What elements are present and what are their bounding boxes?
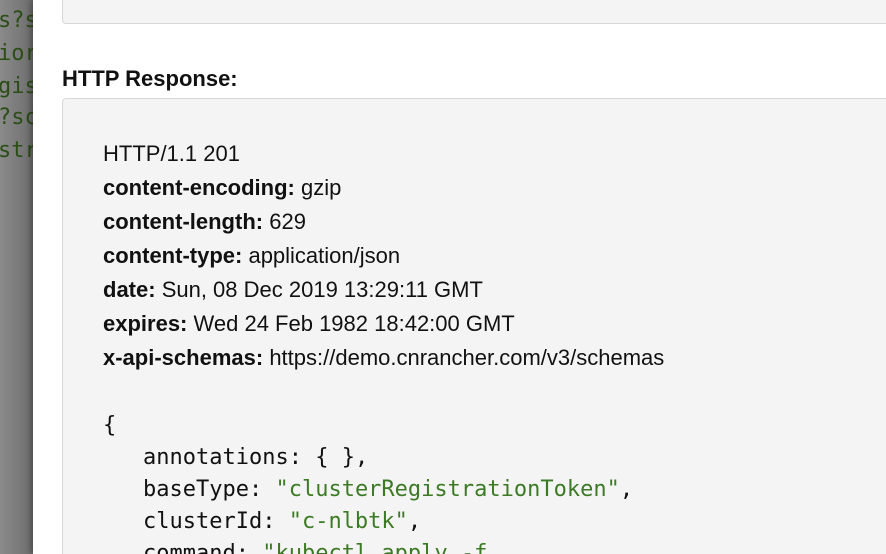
json-field: annotations: { }, — [103, 442, 633, 474]
response-header-row: content-type: application/json — [103, 242, 664, 276]
json-comma: , — [407, 509, 422, 534]
header-value: 629 — [269, 209, 306, 234]
header-name: content-type: — [103, 243, 243, 268]
json-key: clusterId: — [143, 509, 276, 534]
header-name: content-length: — [103, 209, 264, 234]
json-key: baseType: — [143, 477, 263, 502]
response-header-row: content-encoding: gzip — [103, 174, 664, 208]
header-value: application/json — [248, 243, 401, 268]
json-string-value: "c-nlbtk" — [288, 509, 408, 534]
background-page: s?s ior gis ?sc str — [0, 0, 33, 554]
json-value: { }, — [315, 445, 369, 470]
json-string-value: "clusterRegistrationToken" — [275, 477, 620, 502]
http-response-heading: HTTP Response: — [62, 66, 238, 91]
response-header-row: content-length: 629 — [103, 208, 664, 242]
header-name: expires: — [103, 311, 188, 336]
api-response-modal: HTTP Response: HTTP/1.1 201 content-enco… — [33, 0, 886, 554]
request-panel — [62, 0, 886, 24]
json-open-brace: { — [103, 413, 117, 438]
json-field: command: "kubectl apply -f — [103, 538, 633, 554]
background-code-line: str — [0, 138, 33, 163]
header-value: Wed 24 Feb 1982 18:42:00 GMT — [193, 311, 515, 336]
header-value: Sun, 08 Dec 2019 13:29:11 GMT — [161, 277, 483, 302]
header-name: x-api-schemas: — [103, 345, 264, 370]
background-code-line: ?sc — [0, 105, 33, 130]
header-name: date: — [103, 277, 156, 302]
background-code-line: ior — [0, 41, 33, 66]
response-headers: HTTP/1.1 201 content-encoding: gzip cont… — [103, 140, 664, 378]
json-string-value: "kubectl apply -f — [262, 541, 488, 554]
response-header-row: expires: Wed 24 Feb 1982 18:42:00 GMT — [103, 310, 664, 344]
header-value[interactable]: https://demo.cnrancher.com/v3/schemas — [269, 345, 664, 370]
json-field: clusterId: "c-nlbtk", — [103, 506, 633, 538]
json-key: annotations: — [143, 445, 302, 470]
background-code-line: gis — [0, 74, 33, 99]
json-comma: , — [619, 477, 634, 502]
response-body-json: { annotations: { }, baseType: "clusterRe… — [103, 410, 633, 554]
json-field: baseType: "clusterRegistrationToken", — [103, 474, 633, 506]
header-value: gzip — [301, 175, 342, 200]
json-key: command: — [143, 541, 249, 554]
response-header-row: date: Sun, 08 Dec 2019 13:29:11 GMT — [103, 276, 664, 310]
response-header-row: x-api-schemas: https://demo.cnrancher.co… — [103, 344, 664, 378]
header-name: content-encoding: — [103, 175, 295, 200]
status-line: HTTP/1.1 201 — [103, 141, 240, 166]
background-code-line: s?s — [0, 8, 33, 33]
http-response-panel[interactable]: HTTP/1.1 201 content-encoding: gzip cont… — [62, 98, 886, 554]
